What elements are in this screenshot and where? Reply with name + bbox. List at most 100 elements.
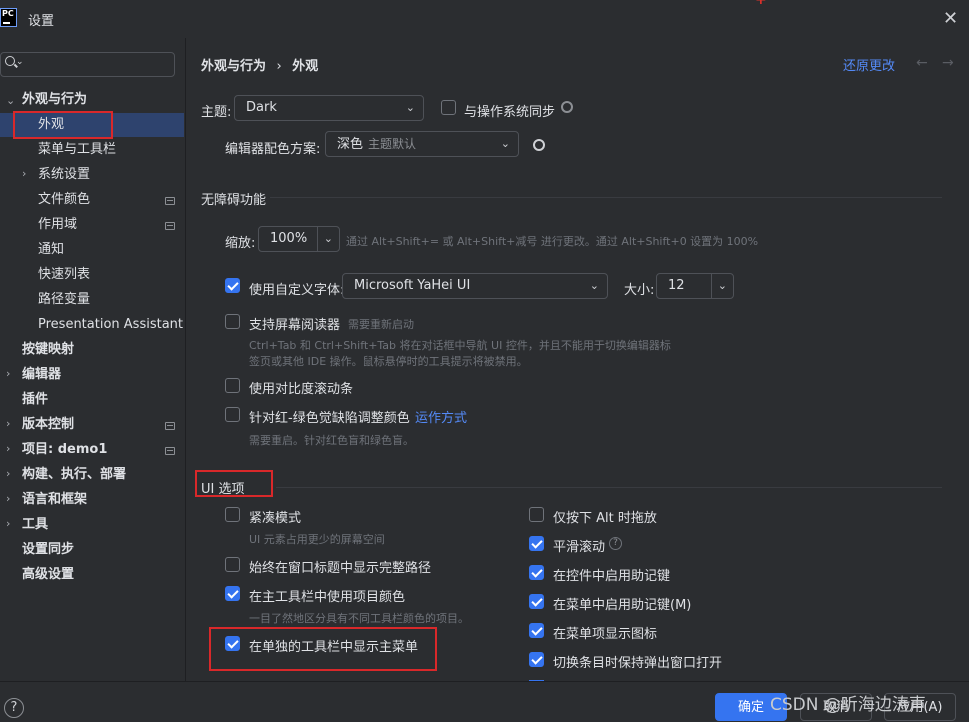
sidebar-item-appearance-behavior[interactable]: 外观与行为 [22,89,87,111]
how-it-works-link[interactable]: 运作方式 [415,407,467,426]
sidebar-item-languages-frameworks[interactable]: 语言和框架 [22,489,87,511]
zoom-dropdown[interactable]: 100% ⌄ [258,226,340,252]
chevron-right-icon[interactable]: › [6,442,10,455]
project-level-icon [165,197,175,205]
gear-icon[interactable] [561,101,573,113]
sidebar-item-plugins[interactable]: 插件 [22,389,48,411]
window-title: 设置 [28,14,55,29]
breadcrumb-parent: 外观与行为 [201,59,267,74]
zoom-hint: 通过 Alt+Shift+= 或 Alt+Shift+减号 进行更改。通过 Al… [346,235,759,248]
screen-reader-hint: 需要重新启动 [348,318,414,331]
sidebar-item-quick-lists[interactable]: 快速列表 [38,264,90,286]
sidebar-item-notifications[interactable]: 通知 [38,239,64,261]
search-input[interactable]: ⌄ [0,52,175,77]
chevron-down-icon: ⌄ [589,279,599,292]
chevron-down-icon: ⌄ [710,274,727,298]
font-dropdown[interactable]: Microsoft YaHei UI ⌄ [342,273,608,299]
sidebar-item-keymap[interactable]: 按键映射 [22,339,74,361]
project-level-icon [165,222,175,230]
chevron-down-icon: ⌄ [16,57,24,67]
sidebar-item-menus-toolbars[interactable]: 菜单与工具栏 [38,139,116,161]
sidebar-item-version-control[interactable]: 版本控制 [22,414,74,436]
drag-alt-label: 仅按下 Alt 时拖放 [553,511,657,526]
breadcrumb-separator: › [276,59,282,74]
close-icon[interactable]: ✕ [943,8,958,29]
mnemonic-menu-checkbox[interactable] [529,594,544,609]
contrast-scrollbars-label: 使用对比度滚动条 [249,382,354,397]
color-scheme-dropdown[interactable]: 深色 主题默认 ⌄ [325,131,519,157]
smooth-scroll-checkbox[interactable] [529,536,544,551]
chevron-right-icon[interactable]: › [6,492,10,505]
chevron-down-icon[interactable]: ⌄ [6,94,15,107]
accessibility-section-title: 无障碍功能 [201,193,267,208]
mnemonic-menu-label: 在菜单中启用助记键(M) [553,598,692,613]
keep-popup-checkbox[interactable] [529,652,544,667]
chevron-down-icon: ⌄ [316,227,333,251]
compact-mode-hint: UI 元素占用更少的屏幕空间 [249,533,385,546]
sidebar-item-system-settings[interactable]: 系统设置 [38,164,90,186]
sidebar-item-presentation-assistant[interactable]: Presentation Assistant [38,314,183,336]
pycharm-app-icon: PC [0,8,17,27]
sidebar-item-build-execution[interactable]: 构建、执行、部署 [22,464,126,486]
sidebar-item-scopes[interactable]: 作用域 [38,214,77,236]
highlight-box-ui-options [195,470,273,497]
search-icon [5,56,15,66]
sidebar-item-editor[interactable]: 编辑器 [22,364,61,386]
chevron-right-icon[interactable]: › [6,417,10,430]
csdn-watermark: CSDN @听海边涛声 [770,695,926,715]
theme-dropdown[interactable]: Dark ⌄ [234,95,424,121]
project-colors-hint: 一目了然地区分具有不同工具栏颜色的项目。 [249,612,469,625]
section-divider [270,197,942,198]
full-path-label: 始终在窗口标题中显示完整路径 [249,561,432,576]
chevron-right-icon[interactable]: › [6,467,10,480]
chevron-right-icon[interactable]: › [6,517,10,530]
sync-os-checkbox[interactable] [441,100,456,115]
chevron-right-icon[interactable]: › [6,367,10,380]
mnemonic-controls-checkbox[interactable] [529,565,544,580]
color-deficiency-checkbox[interactable] [225,407,240,422]
font-size-label: 大小: [624,283,655,298]
screen-reader-checkbox[interactable] [225,314,240,329]
sidebar-item-file-colors[interactable]: 文件颜色 [38,189,90,211]
font-value: Microsoft YaHei UI [354,278,471,293]
font-size-value: 12 [668,278,685,293]
sidebar-item-path-variables[interactable]: 路径变量 [38,289,90,311]
project-level-icon [165,422,175,430]
contrast-scrollbars-checkbox[interactable] [225,378,240,393]
project-level-icon [165,447,175,455]
menu-icons-checkbox[interactable] [529,623,544,638]
sync-os-label: 与操作系统同步 [464,105,556,120]
full-path-checkbox[interactable] [225,557,240,572]
theme-label: 主题: [201,105,232,120]
sidebar-item-tools[interactable]: 工具 [22,514,48,536]
font-size-dropdown[interactable]: 12 ⌄ [656,273,734,299]
restore-changes-link[interactable]: 还原更改 [843,55,895,74]
mnemonic-controls-label: 在控件中启用助记键 [553,569,671,584]
back-arrow-icon[interactable]: ← [916,55,928,71]
compact-mode-checkbox[interactable] [225,507,240,522]
help-button[interactable]: ? [4,698,24,718]
screen-reader-description-line2: 签页或其他 IDE 操作。鼠标悬停时的工具提示将被禁用。 [249,355,528,368]
keep-popup-label: 切换条目时保持弹出窗口打开 [553,656,723,671]
smooth-scroll-label: 平滑滚动 [553,540,606,555]
help-icon[interactable]: ? [609,537,622,550]
color-scheme-value: 深色 [337,137,364,152]
chevron-right-icon[interactable]: › [22,167,26,180]
section-divider [276,487,942,488]
theme-value: Dark [246,100,277,115]
gear-icon[interactable] [533,139,545,151]
drag-alt-checkbox[interactable] [529,507,544,522]
chevron-down-icon: ⌄ [405,101,415,114]
sidebar-item-advanced-settings[interactable]: 高级设置 [22,564,74,586]
color-scheme-label: 编辑器配色方案: [225,142,321,157]
color-scheme-sub: 主题默认 [368,137,417,151]
chevron-down-icon: ⌄ [500,137,510,150]
sidebar-item-settings-sync[interactable]: 设置同步 [22,539,74,561]
custom-font-label: 使用自定义字体: [249,283,345,298]
color-deficiency-label: 针对红-绿色觉缺陷调整颜色 [249,411,410,426]
sidebar-item-project[interactable]: 项目: demo1 [22,439,107,461]
custom-font-checkbox[interactable] [225,278,240,293]
red-plus-marker: + [755,0,767,8]
forward-arrow-icon[interactable]: → [942,55,954,71]
project-colors-checkbox[interactable] [225,586,240,601]
